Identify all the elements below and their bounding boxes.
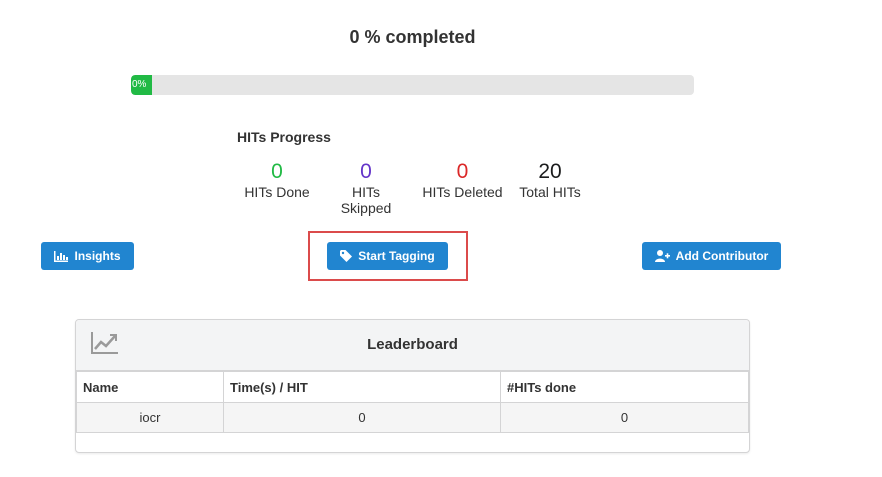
stat-hits-done: 0 HITs Done <box>243 160 311 200</box>
leaderboard-header: Leaderboard <box>76 320 749 371</box>
stat-total-hits: 20 Total HITs <box>517 160 583 200</box>
progress-bar-fill: 0% <box>131 75 152 95</box>
table-row: iocr 0 0 <box>76 402 749 433</box>
add-contributor-label: Add Contributor <box>675 249 769 263</box>
table-header-row: Name Time(s) / HIT #HITs done <box>76 371 749 403</box>
cell-name: iocr <box>76 402 224 433</box>
add-user-icon <box>654 250 670 262</box>
completion-title: 0 % completed <box>349 27 476 47</box>
stat-hits-skipped: 0 HITs Skipped <box>325 160 407 216</box>
start-tagging-button[interactable]: Start Tagging <box>327 242 448 270</box>
insights-label: Insights <box>74 249 121 263</box>
stat-label: HITs Skipped <box>340 184 392 216</box>
leaderboard-title: Leaderboard <box>367 336 458 353</box>
progress-bar: 0% <box>131 75 694 95</box>
tag-icon <box>340 250 353 262</box>
stat-value: 20 <box>538 160 562 183</box>
hits-progress-title: HITs Progress <box>237 129 331 145</box>
leaderboard-panel: Leaderboard Name Time(s) / HIT #HITs don… <box>75 319 750 453</box>
column-header-time: Time(s) / HIT <box>223 371 501 403</box>
stat-label: HITs Done <box>244 184 310 200</box>
column-header-name: Name <box>76 371 224 403</box>
stat-value: 0 <box>456 160 469 183</box>
cell-hits-done: 0 <box>500 402 749 433</box>
stat-label: Total HITs <box>519 184 581 200</box>
start-tagging-label: Start Tagging <box>358 249 435 263</box>
leaderboard-table: Name Time(s) / HIT #HITs done iocr 0 0 <box>76 371 749 433</box>
add-contributor-button[interactable]: Add Contributor <box>642 242 781 270</box>
stat-label: HITs Deleted <box>422 184 503 200</box>
cell-time: 0 <box>223 402 501 433</box>
stat-hits-deleted: 0 HITs Deleted <box>421 160 504 200</box>
bar-chart-icon <box>54 250 69 262</box>
stat-value: 0 <box>360 160 372 183</box>
insights-button[interactable]: Insights <box>41 242 134 270</box>
stat-value: 0 <box>271 160 283 183</box>
column-header-hits-done: #HITs done <box>500 371 749 403</box>
